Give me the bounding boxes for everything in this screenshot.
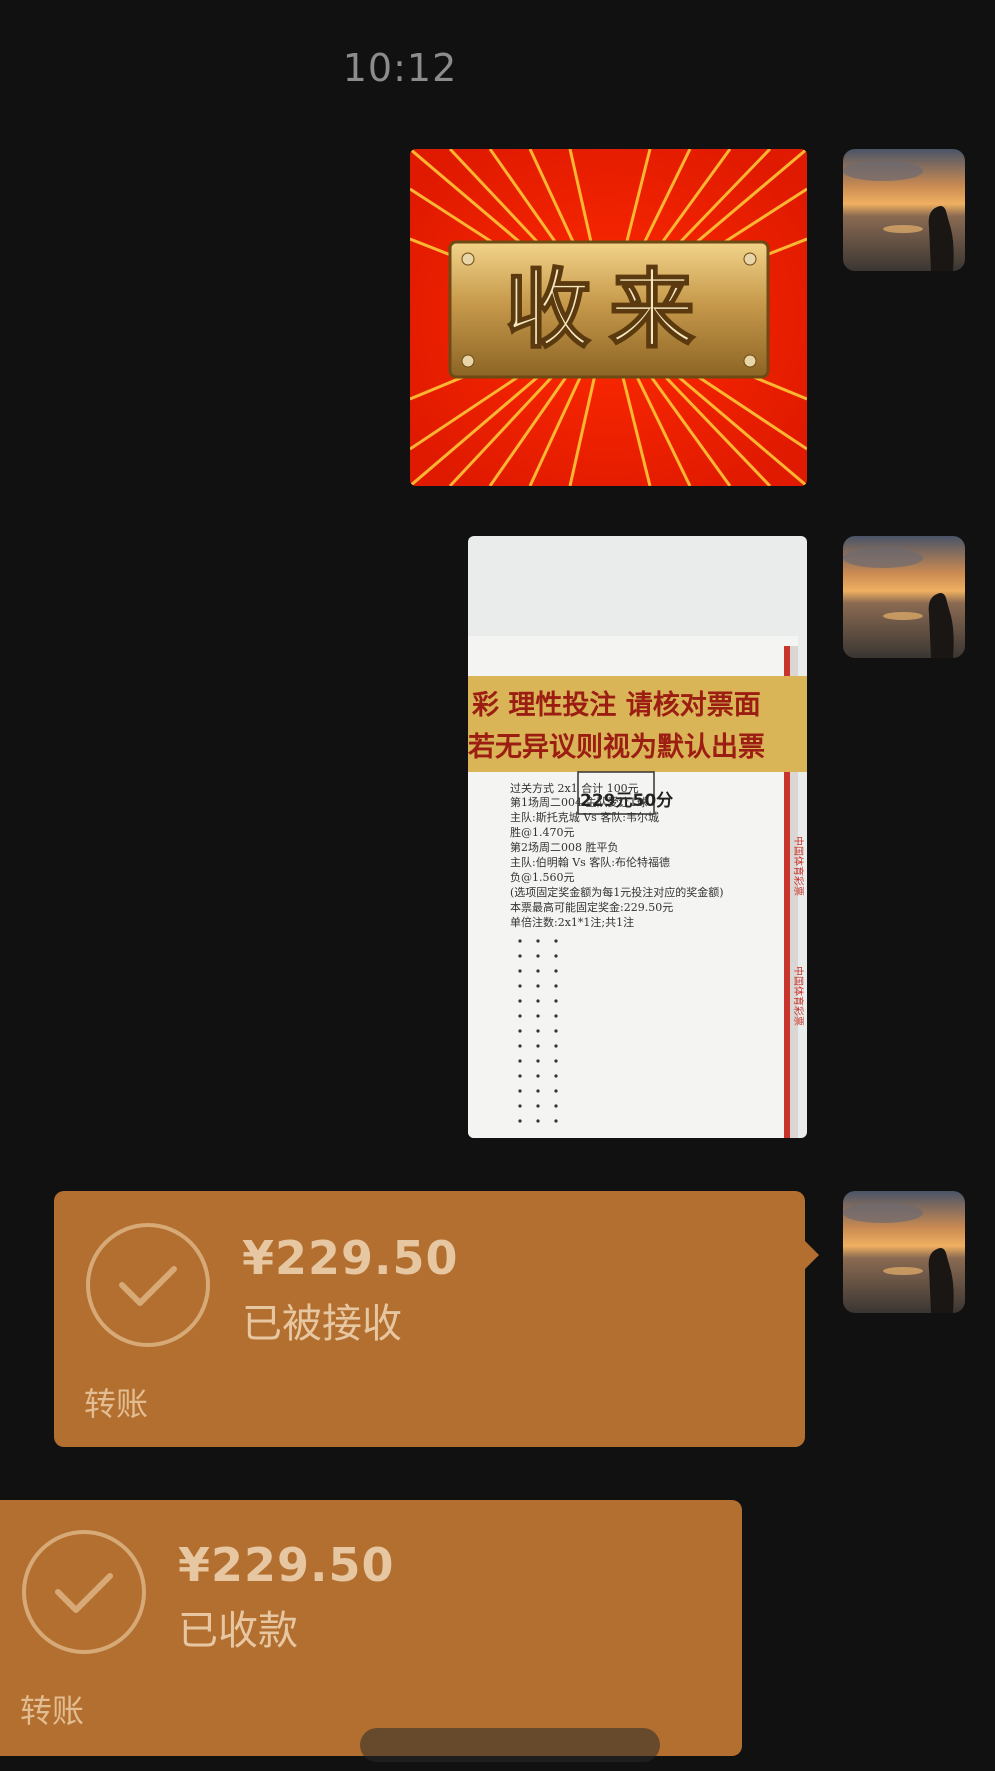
avatar-image (843, 1191, 965, 1313)
transfer-amount: ¥229.50 (178, 1538, 395, 1592)
transfer-status: 已被接收 (242, 1301, 402, 1347)
bubble-tail (805, 1241, 819, 1269)
check-circle-icon (86, 1223, 210, 1347)
ticket-line: 过关方式 2x1 合计 100元 (510, 781, 639, 795)
avatar[interactable] (843, 149, 965, 271)
transfer-received-card[interactable]: ¥229.50 已收款 转账 (0, 1500, 742, 1756)
ticket-photo-message[interactable]: 彩 理性投注 请核对票面 若无异议则视为默认出票 229元50分 过关方式 2x… (468, 536, 807, 1138)
ticket-photo: 彩 理性投注 请核对票面 若无异议则视为默认出票 229元50分 过关方式 2x… (468, 536, 807, 1138)
ticket-banner-line2: 若无异议则视为默认出票 (468, 732, 765, 763)
ticket-line: 本票最高可能固定奖金:229.50元 (510, 900, 673, 914)
sticker-image: 收来 (410, 149, 807, 486)
ticket-line: 主队:伯明翰 Vs 客队:布伦特福德 (510, 855, 670, 869)
ticket-banner-line1: 彩 理性投注 请核对票面 (472, 689, 761, 721)
ticket-line: 单倍注数:2x1*1注;共1注 (510, 915, 634, 929)
sticker-image-message[interactable]: 收来 (410, 149, 807, 486)
transfer-status: 已收款 (178, 1608, 298, 1654)
avatar[interactable] (843, 1191, 965, 1313)
avatar-image (843, 149, 965, 271)
check-circle-icon (22, 1530, 146, 1654)
transfer-label: 转账 (20, 1692, 85, 1730)
ticket-side-text: 中国体育彩票 (792, 836, 805, 896)
chat-timestamp: 10:12 (342, 46, 458, 90)
sticker-caption: 收来 (505, 259, 713, 360)
ticket-line: 第2场周二008 胜平负 (510, 840, 619, 854)
transfer-amount: ¥229.50 (242, 1231, 459, 1285)
ticket-line: 胜@1.470元 (510, 825, 575, 839)
transfer-sent-card[interactable]: ¥229.50 已被接收 转账 (54, 1191, 819, 1447)
ticket-line: 第1场周二004 主队受让1球 (510, 795, 648, 809)
avatar[interactable] (843, 536, 965, 658)
avatar-image (843, 536, 965, 658)
ticket-line: (选项固定奖金额为每1元投注对应的奖金额) (510, 885, 724, 899)
watermark (360, 1728, 660, 1762)
ticket-side-text: 中国体育彩票 (792, 966, 805, 1026)
ticket-line: 主队:斯托克城 Vs 客队:韦尔城 (510, 810, 659, 824)
ticket-line: 负@1.560元 (510, 870, 575, 884)
transfer-label: 转账 (84, 1385, 149, 1423)
